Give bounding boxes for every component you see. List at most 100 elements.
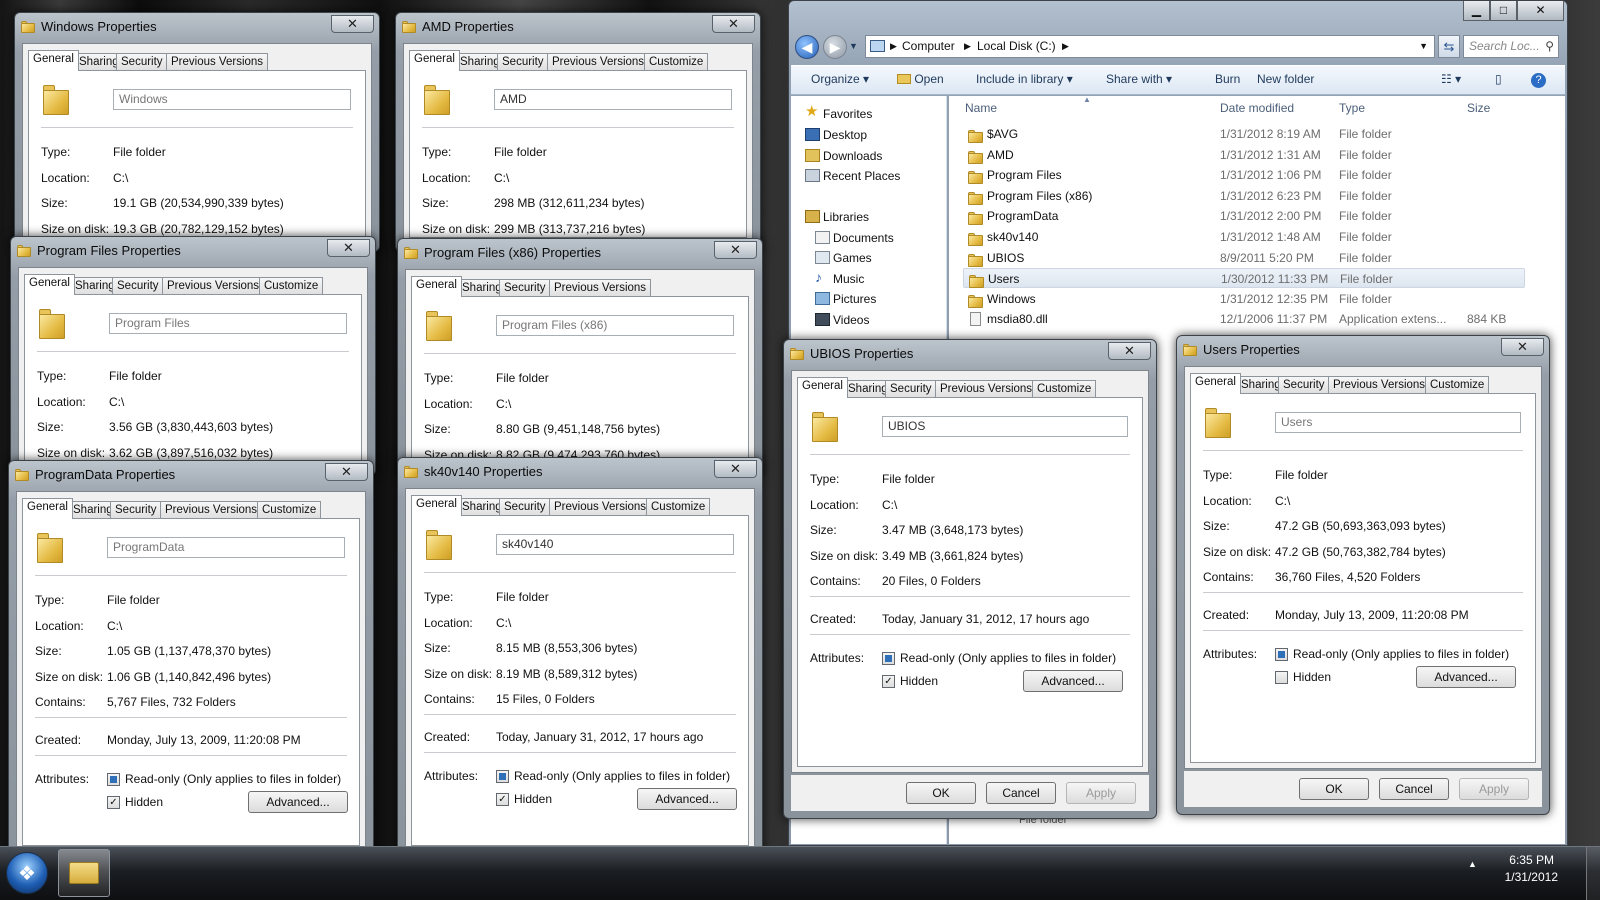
file-row[interactable]: $AVG 1/31/2012 8:19 AM File folder — [963, 124, 1525, 144]
read-only-checkbox[interactable] — [496, 770, 509, 783]
open-button[interactable]: Open — [897, 72, 944, 86]
nav-recent-places[interactable]: Recent Places — [823, 169, 900, 183]
folder-name-field[interactable]: ProgramData — [107, 537, 345, 558]
address-dropdown-icon[interactable]: ▼ — [1419, 36, 1428, 57]
close-button[interactable]: ✕ — [1501, 338, 1544, 356]
file-row[interactable]: Program Files 1/31/2012 1:06 PM File folde… — [963, 165, 1525, 185]
clock-time[interactable]: 6:35 PM — [1509, 853, 1554, 867]
folder-name-field[interactable]: UBIOS — [882, 416, 1128, 437]
read-only-checkbox[interactable] — [107, 773, 120, 786]
explorer-close-button[interactable]: ✕ — [1517, 1, 1564, 21]
clock-date[interactable]: 1/31/2012 — [1505, 870, 1558, 884]
show-desktop-button[interactable] — [1586, 847, 1600, 900]
column-header-name[interactable]: Name — [965, 101, 997, 115]
nav-documents[interactable]: Documents — [833, 231, 894, 245]
file-row[interactable]: msdia80.dll 12/1/2006 11:37 PM Application… — [963, 309, 1525, 329]
tab-previous-versions[interactable]: Previous Versions — [547, 53, 650, 71]
file-row[interactable]: sk40v140 1/31/2012 1:48 AM File folder — [963, 227, 1525, 247]
tab-customize[interactable]: Customize — [1032, 380, 1097, 398]
search-input[interactable]: Search Loc... ⚲ — [1463, 35, 1559, 58]
folder-name-field[interactable]: Windows — [113, 89, 351, 110]
taskbar-explorer-button[interactable] — [58, 849, 110, 897]
advanced-button[interactable]: Advanced... — [637, 788, 737, 810]
nav-games[interactable]: Games — [833, 251, 872, 265]
hidden-checkbox[interactable]: ✓ — [496, 793, 509, 806]
folder-name-field[interactable]: Program Files (x86) — [496, 315, 734, 336]
refresh-button[interactable]: ⇆ — [1438, 35, 1460, 58]
folder-name-field[interactable]: sk40v140 — [496, 534, 734, 555]
recent-pages-icon[interactable]: ▼ — [849, 41, 858, 51]
new-folder-button[interactable]: New folder — [1257, 72, 1314, 86]
tab-general[interactable]: General — [411, 495, 462, 516]
share-with-button[interactable]: Share with ▾ — [1106, 72, 1172, 86]
file-row[interactable]: Program Files (x86) 1/31/2012 6:23 PM File… — [963, 186, 1525, 206]
tab-general[interactable]: General — [409, 50, 460, 71]
tab-security[interactable]: Security — [885, 380, 937, 398]
nav-libraries[interactable]: Libraries — [823, 210, 869, 224]
read-only-checkbox[interactable] — [1275, 648, 1288, 661]
include-in-library-button[interactable]: Include in library ▾ — [976, 72, 1073, 86]
minimize-button[interactable]: ▁ — [1463, 1, 1490, 21]
breadcrumb-local-disk[interactable]: Local Disk (C:) — [977, 36, 1056, 57]
tab-security[interactable]: Security — [116, 53, 168, 71]
tab-customize[interactable]: Customize — [644, 53, 709, 71]
address-bar[interactable]: ▶ Computer ▶ Local Disk (C:) ▶ ▼ — [865, 35, 1435, 58]
nav-favorites[interactable]: Favorites — [823, 107, 872, 121]
tab-previous-versions[interactable]: Previous Versions — [160, 501, 263, 519]
tab-security[interactable]: Security — [112, 277, 164, 295]
file-row[interactable]: Users 1/30/2012 11:33 PM File folder — [963, 268, 1525, 289]
folder-name-field[interactable]: Program Files — [109, 313, 347, 334]
tab-customize[interactable]: Customize — [1425, 376, 1490, 394]
close-button[interactable]: ✕ — [714, 241, 757, 259]
tab-security[interactable]: Security — [1278, 376, 1330, 394]
tab-previous-versions[interactable]: Previous Versions — [549, 498, 652, 516]
column-header-size[interactable]: Size — [1467, 101, 1490, 115]
nav-downloads[interactable]: Downloads — [823, 149, 882, 163]
nav-videos[interactable]: Videos — [833, 313, 869, 327]
close-button[interactable]: ✕ — [714, 460, 757, 478]
file-row[interactable]: Windows 1/31/2012 12:35 PM File folder — [963, 289, 1525, 309]
preview-pane-icon[interactable]: ▯ — [1495, 72, 1502, 86]
tab-previous-versions[interactable]: Previous Versions — [162, 277, 265, 295]
tab-security[interactable]: Security — [497, 53, 549, 71]
tab-previous-versions[interactable]: Previous Versions — [166, 53, 269, 71]
close-button[interactable]: ✕ — [712, 15, 755, 33]
tab-previous-versions[interactable]: Previous Versions — [1328, 376, 1431, 394]
folder-name-field[interactable]: AMD — [494, 89, 732, 110]
hidden-checkbox[interactable]: ✓ — [882, 675, 895, 688]
tab-security[interactable]: Security — [110, 501, 162, 519]
cancel-button[interactable]: Cancel — [986, 782, 1056, 804]
nav-music[interactable]: Music — [833, 272, 864, 286]
file-row[interactable]: AMD 1/31/2012 1:31 AM File folder — [963, 145, 1525, 165]
tab-previous-versions[interactable]: Previous Versions — [549, 279, 652, 297]
advanced-button[interactable]: Advanced... — [248, 791, 348, 813]
advanced-button[interactable]: Advanced... — [1416, 666, 1516, 688]
column-header-type[interactable]: Type — [1339, 101, 1365, 115]
apply-button[interactable]: Apply — [1066, 782, 1136, 804]
column-header-date-modified[interactable]: Date modified — [1220, 101, 1294, 115]
close-button[interactable]: ✕ — [327, 239, 370, 257]
show-hidden-icons-icon[interactable]: ▲ — [1468, 859, 1477, 869]
tab-general[interactable]: General — [1190, 373, 1241, 394]
hidden-checkbox[interactable] — [1275, 671, 1288, 684]
tab-customize[interactable]: Customize — [646, 498, 711, 516]
apply-button[interactable]: Apply — [1459, 778, 1529, 800]
tab-security[interactable]: Security — [499, 498, 551, 516]
back-button[interactable]: ◀ — [795, 35, 819, 59]
tab-general[interactable]: General — [24, 274, 75, 295]
tab-general[interactable]: General — [797, 377, 848, 398]
help-icon[interactable]: ? — [1531, 73, 1546, 88]
file-row[interactable]: ProgramData 1/31/2012 2:00 PM File folder — [963, 206, 1525, 226]
tab-general[interactable]: General — [28, 50, 79, 71]
ok-button[interactable]: OK — [1299, 778, 1369, 800]
organize-button[interactable]: Organize ▾ — [811, 72, 869, 86]
read-only-checkbox[interactable] — [882, 652, 895, 665]
burn-button[interactable]: Burn — [1215, 72, 1240, 86]
view-options-icon[interactable]: ☷ ▾ — [1441, 72, 1461, 86]
nav-desktop[interactable]: Desktop — [823, 128, 867, 142]
maximize-button[interactable]: □ — [1490, 1, 1517, 21]
hidden-checkbox[interactable]: ✓ — [107, 796, 120, 809]
tab-customize[interactable]: Customize — [257, 501, 322, 519]
tab-security[interactable]: Security — [499, 279, 551, 297]
close-button[interactable]: ✕ — [325, 463, 368, 481]
